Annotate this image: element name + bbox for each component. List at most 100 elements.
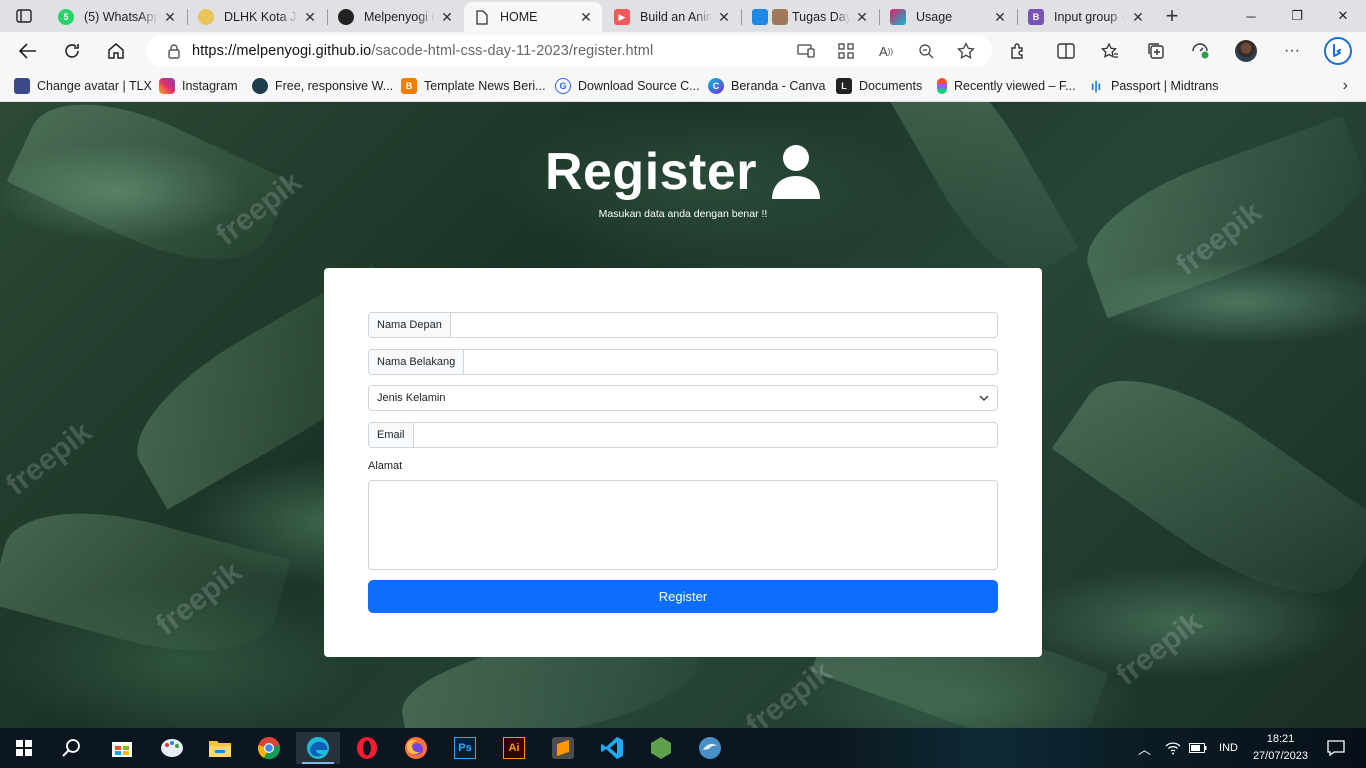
chevron-up-icon[interactable]: ︿: [1138, 739, 1151, 758]
close-icon[interactable]: ✕: [302, 9, 318, 25]
bookmark-label: Template News Beri...: [424, 79, 546, 93]
wifi-icon[interactable]: [1165, 741, 1181, 755]
start-icon[interactable]: [2, 732, 46, 764]
app-icon[interactable]: [688, 732, 732, 764]
page-title-text: Register: [544, 143, 758, 201]
bookmark-label: Free, responsive W...: [275, 79, 394, 93]
tab-home[interactable]: HOME ✕: [464, 2, 602, 32]
bookmark-label: Beranda - Canva: [731, 79, 826, 93]
opera-icon[interactable]: [345, 732, 389, 764]
freepik-watermark: freepik: [1109, 605, 1208, 692]
leaf-decoration: [1051, 341, 1366, 633]
favorite-star-icon[interactable]: [954, 39, 978, 63]
bookmark-midtrans[interactable]: ı|ı Passport | Midtrans: [1088, 76, 1218, 96]
whatsapp-icon: 5: [58, 9, 74, 25]
tab-whatsapp[interactable]: 5 (5) WhatsApp ✕: [48, 2, 186, 32]
paint-icon[interactable]: [150, 732, 194, 764]
chrome-icon[interactable]: [247, 732, 291, 764]
clock-time: 18:21: [1266, 733, 1295, 745]
app-available-icon[interactable]: [794, 39, 818, 63]
edge-icon[interactable]: [296, 732, 340, 764]
clock[interactable]: 18:21 27/07/2023: [1253, 731, 1308, 765]
close-window-button[interactable]: ✕: [1320, 0, 1366, 32]
sublime-icon[interactable]: [541, 732, 585, 764]
bookmark-canva[interactable]: C Beranda - Canva: [708, 76, 826, 96]
url-host: https://melpenyogi.github.io: [192, 43, 372, 59]
extensions-icon[interactable]: [1002, 35, 1034, 67]
bing-chat-icon[interactable]: [1322, 35, 1354, 67]
windows-taskbar: Ps Ai ︿ IND 18:21 27/07/2023: [0, 728, 1366, 768]
gem-icon: [890, 9, 906, 25]
bookmark-documents[interactable]: L Documents: [836, 76, 922, 96]
figma-icon: [937, 78, 947, 94]
bookmark-tlx[interactable]: Change avatar | TLX: [14, 76, 152, 96]
read-aloud-icon[interactable]: A)): [874, 39, 898, 63]
tab-title: Tugas Day: [792, 10, 850, 24]
bookmark-blogger[interactable]: B Template News Beri...: [401, 76, 546, 96]
last-name-label: Nama Belakang: [369, 350, 465, 374]
tab-github[interactable]: Melpenyogi (M ✕: [328, 2, 463, 32]
url-text: https://melpenyogi.github.io/sacode-html…: [192, 43, 653, 59]
search-icon[interactable]: [50, 732, 94, 764]
collections-icon[interactable]: [1140, 35, 1172, 67]
split-screen-icon[interactable]: [1050, 35, 1082, 67]
zoom-icon[interactable]: [914, 39, 938, 63]
gender-select[interactable]: Jenis Kelamin: [368, 385, 998, 411]
back-button[interactable]: [12, 35, 44, 67]
last-name-input[interactable]: [464, 350, 997, 374]
tab-title: DLHK Kota Jay: [224, 10, 298, 24]
notifications-icon[interactable]: [1314, 732, 1358, 764]
file-explorer-icon[interactable]: [198, 732, 242, 764]
firefox-icon[interactable]: [394, 732, 438, 764]
page-title: Register: [545, 142, 821, 202]
close-icon[interactable]: ✕: [439, 9, 455, 25]
email-input[interactable]: [413, 423, 997, 447]
close-icon[interactable]: ✕: [992, 9, 1008, 25]
more-menu-icon[interactable]: ···: [1276, 35, 1308, 67]
illustrator-icon[interactable]: Ai: [492, 732, 536, 764]
bookmark-source-code[interactable]: G Download Source C...: [555, 76, 700, 96]
battery-icon[interactable]: [1189, 743, 1207, 753]
minimize-button[interactable]: ─: [1228, 0, 1274, 32]
new-tab-button[interactable]: +: [1160, 3, 1184, 28]
close-icon[interactable]: ✕: [578, 9, 594, 25]
bookmark-label: Recently viewed – F...: [954, 79, 1076, 93]
performance-icon[interactable]: [1184, 35, 1216, 67]
bookmark-w3layouts[interactable]: Free, responsive W...: [252, 76, 393, 96]
tab-actions-icon[interactable]: [8, 4, 40, 28]
bookmark-instagram[interactable]: Instagram: [159, 76, 238, 96]
address-bar[interactable]: https://melpenyogi.github.io/sacode-html…: [146, 35, 992, 67]
tab-tugas[interactable]: Tugas Day ✕: [742, 2, 878, 32]
nodejs-icon[interactable]: [639, 732, 683, 764]
tab-input-group[interactable]: B Input group · ✕: [1018, 2, 1154, 32]
bookmark-label: Passport | Midtrans: [1111, 79, 1219, 93]
tab-dlhk[interactable]: DLHK Kota Jay ✕: [188, 2, 326, 32]
profile-avatar[interactable]: [1230, 35, 1262, 67]
register-button[interactable]: Register: [368, 580, 998, 613]
tab-youtube[interactable]: ▶ Build an Anim ✕: [604, 2, 740, 32]
reload-button[interactable]: [56, 35, 88, 67]
language-indicator[interactable]: IND: [1219, 742, 1238, 754]
close-icon[interactable]: ✕: [716, 9, 732, 25]
close-icon[interactable]: ✕: [162, 9, 178, 25]
apps-grid-icon[interactable]: [834, 39, 858, 63]
tab-title: HOME: [500, 10, 538, 24]
chevron-right-icon[interactable]: ›: [1343, 77, 1348, 95]
bookmark-figma[interactable]: Recently viewed – F...: [937, 76, 1076, 96]
lock-icon[interactable]: [158, 43, 190, 59]
canva-icon: C: [708, 78, 724, 94]
vscode-icon[interactable]: [590, 732, 634, 764]
close-icon[interactable]: ✕: [1130, 9, 1146, 25]
close-icon[interactable]: ✕: [854, 9, 870, 25]
favorites-icon[interactable]: [1094, 35, 1126, 67]
first-name-input[interactable]: [450, 313, 997, 337]
photoshop-icon[interactable]: Ps: [443, 732, 487, 764]
source-icon: G: [555, 78, 571, 94]
home-button[interactable]: [100, 35, 132, 67]
store-icon[interactable]: [100, 732, 144, 764]
restore-button[interactable]: ❐: [1274, 0, 1320, 32]
tab-title: Build an Anim: [640, 10, 712, 24]
tab-usage[interactable]: Usage ✕: [880, 2, 1016, 32]
address-textarea[interactable]: [368, 480, 998, 570]
freepik-watermark: freepik: [0, 415, 98, 502]
